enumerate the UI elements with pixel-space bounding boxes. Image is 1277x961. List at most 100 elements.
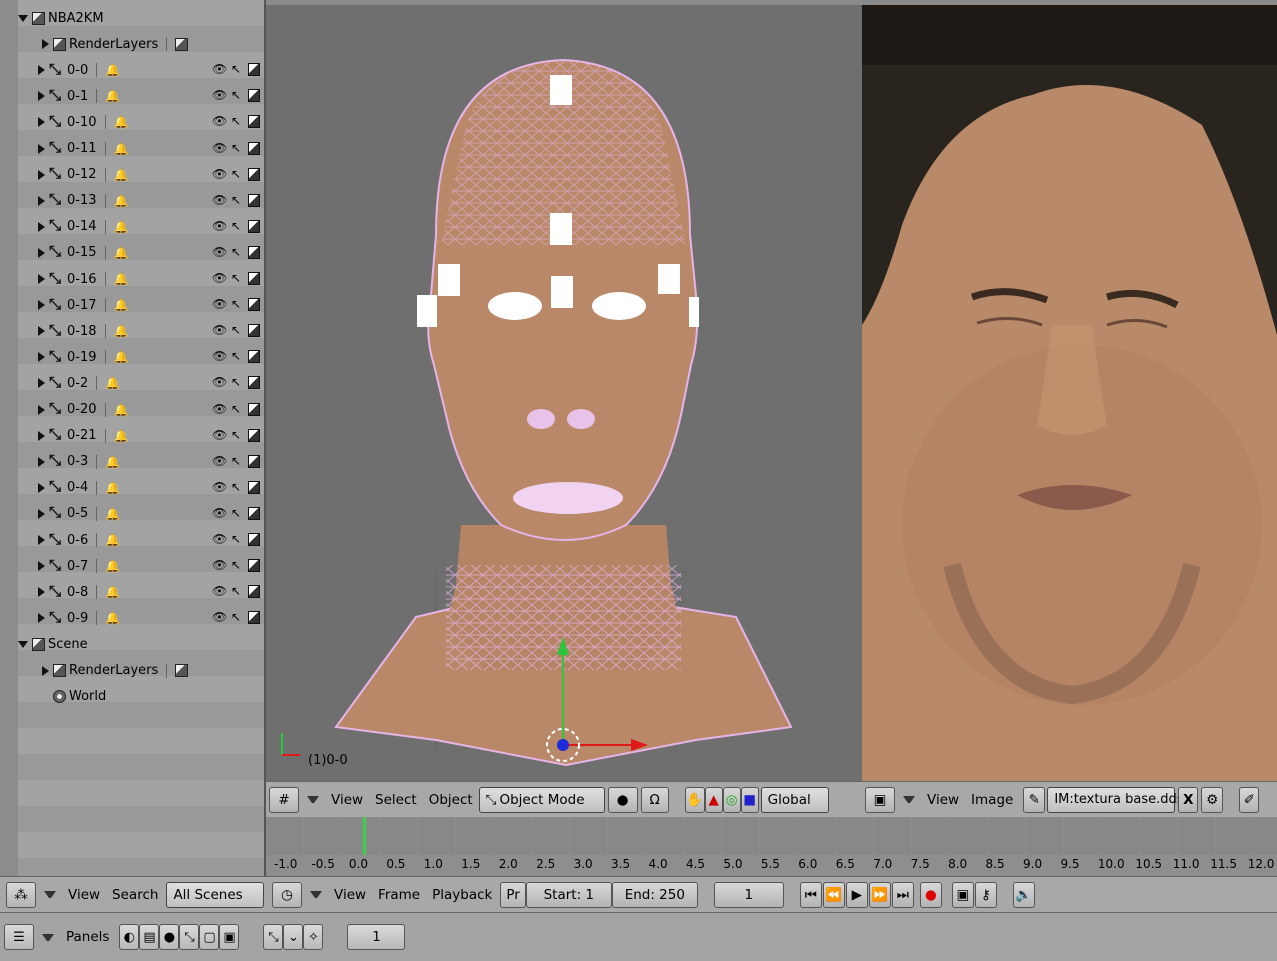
expand-right-icon[interactable]	[42, 39, 49, 50]
render-restrict-icon[interactable]	[248, 454, 260, 468]
view-menu[interactable]: View	[331, 792, 363, 808]
audio-icon[interactable]: 🔈	[1012, 881, 1035, 908]
select-cursor-icon[interactable]: ↖	[230, 454, 242, 468]
image-browse-selector[interactable]: IM:textura base.dds	[1047, 786, 1184, 813]
visibility-eye-icon[interactable]: 👁	[212, 245, 227, 259]
visibility-eye-icon[interactable]: 👁	[212, 219, 227, 233]
visibility-eye-icon[interactable]: 👁	[212, 141, 227, 155]
expand-right-icon[interactable]	[38, 430, 45, 441]
scene-nba2km[interactable]: NBA2KM	[0, 5, 264, 31]
expand-right-icon[interactable]	[38, 326, 45, 337]
menu-collapse-icon[interactable]	[307, 796, 319, 803]
shading-icon[interactable]: ●	[159, 924, 180, 950]
timeline-panel[interactable]: -1.0 -0.5 0.0 0.5 1.0 1.5 2.0 2.5 3.0 3.5 4.0 4.5 5.…	[266, 817, 1277, 876]
armature-item[interactable]: ⤡ 0-7 🔔 👁 ↖	[0, 553, 264, 579]
image-menu[interactable]: Image	[971, 792, 1013, 808]
viewport-3d[interactable]: (1)0-0	[266, 5, 862, 781]
armature-item[interactable]: ⤡ 0-21 🔔 👁 ↖	[0, 423, 264, 449]
render-restrict-icon[interactable]	[248, 298, 260, 312]
editor-type-button[interactable]: #	[269, 786, 299, 813]
current-frame-field[interactable]: 1	[713, 881, 784, 908]
visibility-eye-icon[interactable]: 👁	[212, 533, 227, 546]
draw-type-button[interactable]: ●	[607, 786, 638, 813]
armature-item[interactable]: ⤡ 0-17 🔔 👁 ↖	[0, 292, 264, 318]
visibility-eye-icon[interactable]: 👁	[212, 324, 227, 337]
visibility-eye-icon[interactable]: 👁	[212, 167, 227, 181]
armature-item[interactable]: ⤡ 0-19 🔔 👁 ↖	[0, 344, 264, 370]
scale-icon[interactable]: ■	[740, 786, 759, 813]
render-restrict-icon[interactable]	[248, 611, 260, 625]
armature-item[interactable]: ⤡ 0-12 🔔 👁 ↖	[0, 162, 264, 188]
select-cursor-icon[interactable]: ↖	[230, 193, 242, 207]
start-frame-field[interactable]: Start: 1	[525, 881, 612, 908]
image-pack-icon[interactable]: ⚙	[1201, 786, 1224, 813]
constraint-icon[interactable]: ✧	[303, 924, 324, 950]
render-restrict-icon[interactable]	[248, 245, 260, 259]
jump-end-icon[interactable]: ⏭	[891, 881, 914, 908]
outliner-editor-type-button[interactable]: ⁂	[6, 881, 36, 908]
expand-down-icon[interactable]	[18, 14, 28, 22]
scene-icon[interactable]: ▣	[219, 924, 240, 950]
select-cursor-icon[interactable]: ↖	[230, 585, 242, 598]
key-icon[interactable]: ⚷	[974, 881, 997, 908]
image-menu-collapse-icon[interactable]	[903, 796, 915, 803]
rotate-icon[interactable]: ◎	[722, 786, 741, 813]
pivot-icon[interactable]: Ω	[640, 786, 669, 813]
render-restrict-icon[interactable]	[248, 63, 260, 77]
buttons-editor-type-button[interactable]: ☰	[4, 924, 34, 950]
mode-selector[interactable]: ⤡ Object Mode	[478, 786, 605, 813]
visibility-eye-icon[interactable]: 👁	[212, 506, 227, 520]
keying-set-icon[interactable]: ▣	[951, 881, 974, 908]
visibility-eye-icon[interactable]: 👁	[212, 428, 227, 442]
visibility-eye-icon[interactable]: 👁	[212, 611, 227, 624]
visibility-eye-icon[interactable]: 👁	[212, 376, 227, 389]
image-editor-type-button[interactable]: ▣	[865, 786, 895, 813]
world-item[interactable]: World	[0, 684, 264, 710]
select-cursor-icon[interactable]: ↖	[230, 428, 242, 442]
visibility-eye-icon[interactable]: 👁	[212, 350, 227, 363]
visibility-eye-icon[interactable]: 👁	[212, 115, 227, 128]
render-restrict-icon[interactable]	[248, 506, 260, 520]
render-restrict-icon[interactable]	[248, 193, 260, 207]
logic-icon[interactable]: ◐	[119, 924, 140, 950]
outliner-panel[interactable]: NBA2KM RenderLayers ⤡ 0-0 🔔 👁 ↖ ⤡ 0-1 🔔 👁 ↖ ⤡ 0-10 🔔 👁 ↖…	[0, 0, 266, 876]
render-restrict-icon[interactable]	[248, 402, 260, 416]
timeline-view-menu[interactable]: View	[334, 887, 366, 903]
translate-icon[interactable]: ▲	[704, 786, 723, 813]
expand-right-icon[interactable]	[42, 665, 49, 676]
expand-right-icon[interactable]	[38, 613, 45, 624]
manipulator-hand-icon[interactable]: ✋	[684, 786, 705, 813]
visibility-eye-icon[interactable]: 👁	[212, 585, 227, 598]
select-cursor-icon[interactable]: ↖	[230, 533, 242, 546]
expand-right-icon[interactable]	[38, 195, 45, 206]
expand-right-icon[interactable]	[38, 535, 45, 545]
expand-right-icon[interactable]	[38, 247, 45, 258]
select-cursor-icon[interactable]: ↖	[230, 245, 242, 259]
render-restrict-icon[interactable]	[248, 428, 260, 442]
select-cursor-icon[interactable]: ↖	[230, 89, 242, 102]
expand-right-icon[interactable]	[38, 274, 45, 284]
render-restrict-icon[interactable]	[248, 115, 260, 129]
expand-right-icon[interactable]	[38, 587, 45, 598]
render-restrict-icon[interactable]	[248, 376, 260, 390]
visibility-eye-icon[interactable]: 👁	[212, 272, 227, 285]
object-icon[interactable]: ⤡	[179, 924, 200, 950]
editing-icon[interactable]: ▢	[199, 924, 220, 950]
expand-right-icon[interactable]	[38, 404, 45, 415]
armature-item[interactable]: ⤡ 0-6 🔔 👁 ↖	[0, 527, 264, 553]
outliner-menu-collapse-icon[interactable]	[44, 891, 56, 898]
select-cursor-icon[interactable]: ↖	[230, 298, 242, 311]
select-cursor-icon[interactable]: ↖	[230, 559, 242, 572]
expand-right-icon[interactable]	[38, 143, 45, 154]
render-layers-item-2[interactable]: RenderLayers	[0, 658, 264, 684]
expand-right-icon[interactable]	[38, 221, 45, 232]
visibility-eye-icon[interactable]: 👁	[212, 559, 227, 572]
paint-brush-icon[interactable]: ✎	[1023, 786, 1046, 813]
armature-item[interactable]: ⤡ 0-18 🔔 👁 ↖	[0, 318, 264, 344]
select-cursor-icon[interactable]: ↖	[230, 63, 242, 76]
expand-right-icon[interactable]	[38, 91, 45, 102]
armature-item[interactable]: ⤡ 0-11 🔔 👁 ↖	[0, 136, 264, 162]
scene-item[interactable]: Scene	[0, 631, 264, 657]
armature-item[interactable]: ⤡ 0-4 🔔 👁 ↖	[0, 475, 264, 501]
outliner-filter-selector[interactable]: All Scenes	[166, 881, 265, 908]
